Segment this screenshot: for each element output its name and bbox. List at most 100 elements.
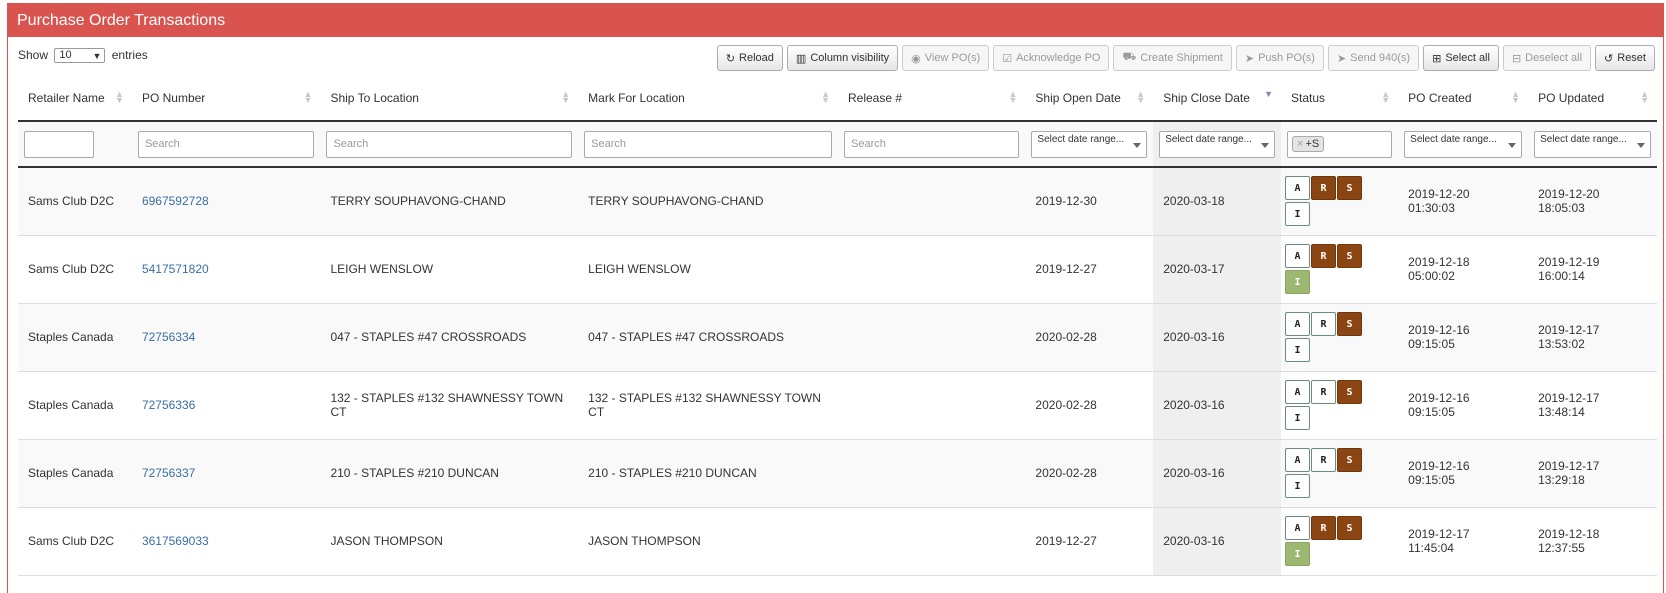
- table-controls: Show 10 ▼ entries ↻ Reload ▥ Column visibili…: [8, 37, 1663, 73]
- status-badge-a[interactable]: A: [1285, 244, 1311, 268]
- sort-icon: ▲ ▼: [1381, 89, 1391, 105]
- po-number-link[interactable]: 72756334: [142, 330, 195, 344]
- ship-open-date-date-range-select[interactable]: Select date range...: [1031, 130, 1148, 158]
- po-updated-date-range-select[interactable]: Select date range...: [1534, 130, 1651, 158]
- status-badge-s[interactable]: S: [1337, 176, 1363, 201]
- status-badge-s[interactable]: S: [1337, 380, 1363, 404]
- button-label: Create Shipment: [1140, 52, 1223, 64]
- column-header-po-updated[interactable]: PO Updated ▲ ▼: [1528, 76, 1657, 122]
- send-940-icon: ➤: [1336, 52, 1347, 65]
- status-badge-a[interactable]: A: [1285, 176, 1311, 201]
- column-label: Status: [1291, 91, 1326, 105]
- status-badge-s[interactable]: S: [1337, 244, 1363, 268]
- status-cell: ARS I: [1281, 167, 1399, 236]
- status-badge-r[interactable]: R: [1311, 244, 1337, 268]
- view-pos-button[interactable]: ◉ View PO(s): [902, 45, 990, 71]
- filter-cell-ship-open-date: Select date range...: [1025, 121, 1154, 168]
- button-label: Send 940(s): [1350, 52, 1411, 64]
- date-range-placeholder: Select date range...: [1165, 133, 1252, 145]
- status-badge-i[interactable]: I: [1285, 202, 1311, 227]
- column-header-retailer-name[interactable]: Retailer Name ▲ ▼: [18, 76, 132, 122]
- mark-for-location-search-input[interactable]: Search: [584, 130, 832, 158]
- status-filter-tag[interactable]: × +S: [1292, 135, 1325, 152]
- po-number-search-input[interactable]: Search: [137, 130, 315, 158]
- status-cell: ARS I: [1281, 235, 1399, 304]
- sort-icon: ▲ ▼: [1008, 89, 1018, 105]
- filter-cell-retailer-name: [18, 121, 132, 168]
- column-header-mark-for-location[interactable]: Mark For Location ▲ ▼: [578, 76, 838, 122]
- deselect-all-icon: ⊟: [1511, 52, 1522, 65]
- status-badge-s[interactable]: S: [1337, 516, 1363, 540]
- ship-close-date-cell: 2020-03-18: [1153, 167, 1282, 236]
- column-header-po-created[interactable]: PO Created ▲ ▼: [1398, 76, 1529, 122]
- table-row[interactable]: Sams Club D2C 6967592728 TERRY SOUPHAVONG-…: [18, 167, 1657, 236]
- column-label: PO Number: [141, 91, 206, 105]
- button-label: Acknowledge PO: [1016, 52, 1101, 64]
- status-badge-r[interactable]: R: [1311, 380, 1337, 404]
- status-badge-s[interactable]: S: [1337, 448, 1363, 472]
- reset-button[interactable]: ↺ Reset: [1595, 45, 1655, 71]
- status-badge-r[interactable]: R: [1311, 448, 1337, 472]
- remove-tag-icon[interactable]: ×: [1297, 138, 1303, 150]
- status-badge-i[interactable]: I: [1285, 542, 1311, 566]
- reload-icon: ↻: [725, 52, 736, 65]
- release-cell: [838, 167, 1026, 236]
- reload-button[interactable]: ↻ Reload: [716, 45, 783, 71]
- entries-select[interactable]: 10 ▼: [54, 48, 106, 64]
- ship-to-location-search-input[interactable]: Search: [326, 130, 573, 158]
- deselect-all-button[interactable]: ⊟ Deselect all: [1502, 45, 1592, 71]
- column-header-status[interactable]: Status ▲ ▼: [1281, 76, 1399, 122]
- table-row[interactable]: Staples Canada 72756336 132 - STAPLES #132…: [18, 371, 1657, 440]
- push-pos-button[interactable]: ➤ Push PO(s): [1235, 45, 1324, 71]
- column-label: PO Created: [1408, 91, 1472, 105]
- retailer-filter-input[interactable]: [24, 130, 94, 158]
- sort-icon: ▲ ▼: [115, 89, 124, 105]
- table-row[interactable]: Sams Club D2C 3617569033 JASON THOMPSON JAS…: [18, 507, 1657, 576]
- status-badge-a[interactable]: A: [1285, 448, 1311, 472]
- status-badge-i[interactable]: I: [1285, 270, 1311, 294]
- status-badge-i[interactable]: I: [1285, 474, 1311, 498]
- mark-for-cell: JASON THOMPSON: [578, 507, 838, 576]
- po-number-link[interactable]: 72756337: [142, 466, 195, 480]
- po-number-link[interactable]: 6967592728: [142, 194, 209, 208]
- status-filter-select[interactable]: × +S: [1287, 130, 1393, 158]
- po-number-link[interactable]: 3617569033: [142, 534, 209, 548]
- po-created-date-range-select[interactable]: Select date range...: [1404, 130, 1523, 158]
- status-badge-r[interactable]: R: [1311, 312, 1337, 336]
- column-visibility-button[interactable]: ▥ Column visibility: [786, 45, 899, 71]
- create-shipment-button[interactable]: ⛟ Create Shipment: [1113, 45, 1232, 71]
- status-badges: ARS I: [1285, 516, 1365, 566]
- sort-icon: ▲ ▼: [821, 89, 830, 105]
- ship-close-date-date-range-select[interactable]: Select date range...: [1159, 130, 1276, 158]
- po-number-link[interactable]: 72756336: [142, 398, 195, 412]
- ship-to-cell: TERRY SOUPHAVONG-CHAND: [320, 167, 579, 236]
- column-header-release[interactable]: Release # ▲ ▼: [838, 76, 1026, 122]
- send-940-button[interactable]: ➤ Send 940(s): [1327, 45, 1420, 71]
- column-header-ship-open-date[interactable]: Ship Open Date ▲ ▼: [1025, 76, 1154, 122]
- status-badge-a[interactable]: A: [1285, 312, 1311, 336]
- po-number-cell: 3617569033: [131, 507, 321, 576]
- column-header-ship-close-date[interactable]: Ship Close Date ▼: [1153, 76, 1282, 122]
- select-all-button[interactable]: ⊞ Select all: [1423, 45, 1499, 71]
- status-badge-a[interactable]: A: [1285, 380, 1311, 404]
- status-badges: ARS I: [1285, 244, 1365, 294]
- status-badge-r[interactable]: R: [1311, 516, 1337, 540]
- column-header-ship-to-location[interactable]: Ship To Location ▲ ▼: [320, 76, 579, 122]
- sort-icon: ▲ ▼: [1511, 89, 1521, 105]
- column-label: PO Updated: [1538, 91, 1605, 105]
- status-badge-a[interactable]: A: [1285, 516, 1311, 540]
- status-badge-i[interactable]: I: [1285, 406, 1311, 430]
- status-badge-i[interactable]: I: [1285, 338, 1311, 362]
- column-header-po-number[interactable]: PO Number ▲ ▼: [131, 76, 321, 122]
- retailer-name-cell: Sams Club D2C: [18, 507, 132, 576]
- retailer-name-cell: Sams Club D2C: [18, 167, 132, 236]
- table-row[interactable]: Staples Canada 72756334 047 - STAPLES #47 …: [18, 303, 1657, 372]
- dropdown-arrow-icon: [1637, 142, 1645, 148]
- status-badge-s[interactable]: S: [1337, 312, 1363, 336]
- acknowledge-po-button[interactable]: ☑ Acknowledge PO: [993, 45, 1110, 71]
- table-row[interactable]: Staples Canada 72756337 210 - STAPLES #210…: [18, 439, 1657, 508]
- status-badge-r[interactable]: R: [1311, 176, 1337, 201]
- po-number-link[interactable]: 5417571820: [142, 262, 209, 276]
- release-search-input[interactable]: Search: [844, 130, 1020, 158]
- table-row[interactable]: Sams Club D2C 5417571820 LEIGH WENSLOW LEIG…: [18, 235, 1657, 304]
